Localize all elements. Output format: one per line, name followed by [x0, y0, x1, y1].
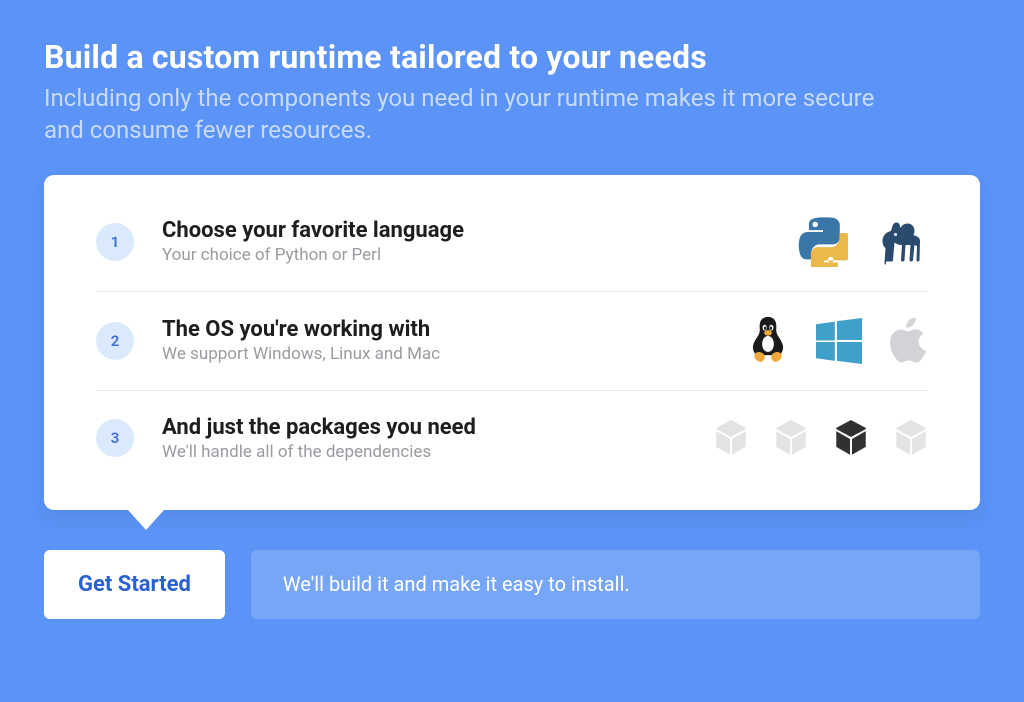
step-title: The OS you're working with — [162, 317, 746, 342]
cta-note: We'll build it and make it easy to insta… — [251, 550, 980, 619]
package-icon — [774, 420, 808, 456]
linux-icon — [746, 316, 790, 366]
hero-title: Build a custom runtime tailored to your … — [44, 38, 980, 76]
step-title: Choose your favorite language — [162, 218, 798, 243]
step-number: 3 — [96, 419, 134, 457]
perl-camel-icon — [874, 217, 928, 267]
step-title: And just the packages you need — [162, 415, 714, 440]
package-icon-dark — [834, 420, 868, 456]
hero-subtitle: Including only the components you need i… — [44, 82, 904, 147]
step-subtitle: We'll handle all of the dependencies — [162, 442, 714, 462]
windows-icon — [816, 318, 862, 364]
step-row-1: 1 Choose your favorite language Your cho… — [96, 193, 928, 292]
package-icon — [714, 420, 748, 456]
step-subtitle: We support Windows, Linux and Mac — [162, 344, 746, 364]
step-number: 1 — [96, 223, 134, 261]
python-icon — [798, 217, 848, 267]
step-row-3: 3 And just the packages you need We'll h… — [96, 391, 928, 486]
step-subtitle: Your choice of Python or Perl — [162, 245, 798, 265]
step-row-2: 2 The OS you're working with We support … — [96, 292, 928, 391]
step-number: 2 — [96, 322, 134, 360]
apple-icon — [888, 318, 928, 364]
steps-card: 1 Choose your favorite language Your cho… — [44, 175, 980, 510]
package-icon — [894, 420, 928, 456]
get-started-button[interactable]: Get Started — [44, 550, 225, 619]
